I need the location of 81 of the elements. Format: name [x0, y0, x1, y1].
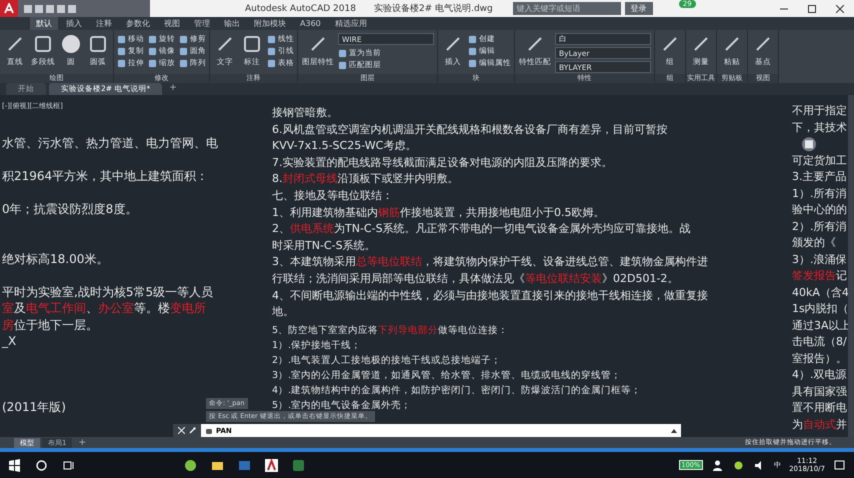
windows-start-icon[interactable]	[8, 458, 21, 472]
note-line: 8.封闭式母线沿顶板下或竖井内明敷。	[272, 171, 458, 188]
note-line: 时采用TN-C-S系统。	[272, 238, 376, 254]
note-line: 七、接地及等电位联结：	[272, 188, 393, 204]
ribbon-tab[interactable]: 输出	[218, 17, 246, 30]
note-line: 3）.室内的公用金属管道，如通风管、给水管、排水管、电缆或电线的穿线管；	[272, 368, 622, 383]
autocad-icon[interactable]	[265, 458, 278, 472]
note-line: 颁发的《	[792, 235, 836, 251]
tool-icon	[87, 33, 109, 55]
tool-icon	[32, 33, 54, 55]
note-line: 不用于指定	[792, 103, 847, 119]
note-line: _X	[2, 333, 16, 350]
ribbon-tab[interactable]: 参数化	[120, 17, 156, 30]
note-line: 签发报告记	[792, 268, 847, 284]
note-line: 7.实验装置的配电线路导线截面满足设备对电源的内阻及压降的要求。	[272, 154, 612, 171]
ribbon-tab[interactable]: 插入	[60, 17, 88, 30]
note-line: (2011年版)	[2, 399, 66, 416]
note-line: 房位于地下一层。	[2, 316, 98, 333]
window-title: Autodesk AutoCAD 2018 实验设备楼2# 电气说明.dwg	[245, 2, 493, 15]
note-line: 平时为实验室,战时为核5常5级一等人员	[2, 284, 214, 300]
new-layout-button[interactable]: +	[74, 438, 90, 448]
note-line: 地。	[272, 304, 294, 320]
ribbon-tab[interactable]: 默认	[30, 17, 58, 30]
note-line: 为 自动式并	[792, 416, 847, 432]
note-line: 5）.室内的电气设备金属外壳；	[272, 398, 412, 412]
note-line: 1）.所有消	[792, 186, 846, 202]
browser-icon[interactable]	[184, 458, 197, 472]
ribbon-tab[interactable]: 视图	[158, 17, 186, 30]
note-line: 3）.浪涌保	[792, 252, 846, 268]
note-line: 接钢管暗敷。	[272, 105, 338, 121]
note-line: 3、本建筑物采用总等电位联结，将建筑物内保护干线、设备进线总管、建筑物金属构件进	[272, 254, 708, 270]
note-line: 室及电气工作间、办公室等。楼变电所	[2, 300, 206, 316]
note-line: 绝对标高18.00米。	[2, 250, 108, 267]
note-line: 4、不间断电源输出端的中性线，必须与由接地装置直接引来的接地干线相连接，做重复接	[272, 288, 708, 304]
hand-icon	[205, 426, 213, 434]
note-line: 下，其技术	[792, 120, 847, 136]
app-logo[interactable]	[0, 0, 18, 17]
note-line: 2）.电气装置人工接地极的接地干线或总接地端子；	[272, 354, 502, 368]
person-icon[interactable]	[711, 458, 724, 472]
maximize-icon[interactable]	[808, 4, 816, 12]
note-line: 1s内脱扣（	[792, 301, 849, 317]
note-line: 水管、污水管、热力管道、电力管网、电	[2, 135, 218, 152]
task-view-icon[interactable]	[62, 458, 75, 472]
notification-icon[interactable]	[833, 458, 846, 472]
ribbon-tab[interactable]: 注释	[90, 17, 118, 30]
note-line: 击电流（8/	[792, 334, 847, 350]
note-line: 0年；抗震设防烈度8度。	[2, 201, 138, 218]
note-line: 6.风机盘管或空调室内机调温开关配线规格和根数各设备厂商有差异，目前可暂按	[272, 122, 668, 138]
note-line: 4）.双电源	[792, 367, 846, 383]
close-icon[interactable]	[836, 4, 844, 12]
login-button[interactable]: 登录	[624, 2, 653, 15]
ribbon-tab[interactable]: 管理	[188, 17, 216, 30]
note-line: 验中心的的	[792, 202, 847, 218]
search-icon[interactable]	[35, 458, 48, 472]
note-line: 2）.所有消	[792, 218, 846, 234]
ribbon-tab[interactable]: 精选应用	[328, 17, 373, 30]
note-line: 室报告）。	[792, 350, 847, 366]
ribbon-tab[interactable]: 附加模块	[248, 17, 292, 30]
tray-icon[interactable]	[732, 458, 746, 472]
search-field[interactable]: 键入关键字或短语	[512, 2, 621, 15]
note-line: 积21964平方米，其中地上建筑面积：	[2, 168, 208, 184]
tool-icon	[241, 33, 263, 55]
wrench-icon[interactable]	[189, 427, 196, 434]
caret-icon[interactable]	[671, 428, 677, 432]
ribbon-tab[interactable]: A360	[294, 17, 327, 30]
note-line: 2、供电系统为TN-C-S系统。凡正常不带电的一切电气设备金属外壳均应可靠接地。战	[272, 221, 691, 238]
tool-icon	[60, 33, 82, 55]
note-line: 1、利用建筑物基础内钢筋作接地装置，共用接地电阻小于0.5欧姆。	[272, 204, 604, 221]
note-line: 行联结；洗消间采用局部等电位联结，具体做法见《等电位联结安装》02D501-2。	[272, 270, 678, 287]
new-tab-button[interactable]: +	[165, 83, 181, 95]
app-icon[interactable]	[238, 458, 251, 472]
note-line: 具有国家强	[792, 384, 847, 400]
note-line: 1）.保护接地干线；	[272, 338, 362, 353]
note-line: KVV-7x1.5-SC25-WC考虑。	[272, 138, 416, 154]
note-line: 5、防空地下室室内应将下列导电部分做等电位连接：	[272, 324, 508, 338]
note-line: 40kA（含4	[792, 284, 849, 300]
note-line: 可定货加工	[792, 152, 847, 168]
app-icon[interactable]	[292, 458, 305, 472]
note-line: 3.主要产品	[792, 169, 846, 185]
note-line: 4）.建筑物结构中的金属构件，如防护密闭门、密闭门、防爆波活门的金属门框等；	[272, 384, 642, 398]
note-line: 置不用断电	[792, 400, 847, 416]
